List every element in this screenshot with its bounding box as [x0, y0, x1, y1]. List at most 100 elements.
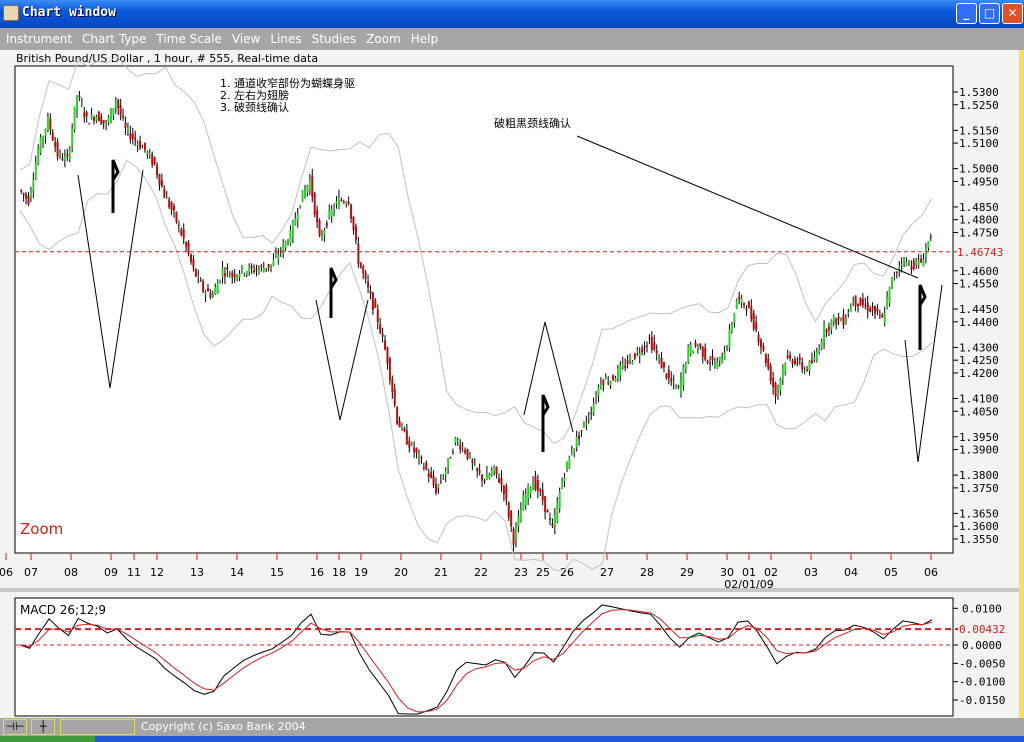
candle-body [403, 428, 406, 432]
candle-body [684, 363, 687, 370]
y-tick-label: 1.5250 [959, 99, 999, 112]
candle-body [73, 106, 76, 130]
candle-body [119, 105, 122, 115]
candle-body [490, 470, 493, 476]
candle-body [890, 277, 893, 287]
candle-body [296, 213, 299, 222]
pan-tool-button[interactable]: ⊣⊢ [3, 719, 27, 735]
candle-body [536, 480, 539, 492]
chart-canvas[interactable]: 1.53001.5250 1.51501.5100 1.50001.4950 1.48… [0, 0, 1024, 742]
candle-body [752, 313, 755, 329]
candle-body [631, 361, 634, 365]
candle-body [34, 163, 37, 179]
candle-body [818, 349, 821, 352]
candle-body [815, 352, 818, 362]
candle-body [398, 420, 401, 428]
candle-body [626, 360, 629, 365]
candle-body [473, 465, 476, 467]
candle-body [716, 362, 719, 369]
candle-body [619, 365, 622, 376]
candle-body [726, 348, 729, 350]
candle-body [20, 190, 23, 192]
candle-body [648, 337, 651, 339]
y-tick-label: 1.4750 [959, 226, 999, 239]
candle-body [774, 383, 777, 397]
candle-body [320, 235, 323, 239]
candle-body [798, 357, 801, 361]
candle-body [420, 456, 423, 459]
candle-body [388, 358, 391, 380]
candle-body [260, 265, 263, 267]
candle-body [124, 122, 127, 128]
candle-body [847, 312, 850, 314]
candle-body [105, 122, 108, 124]
candle-body [434, 484, 437, 494]
candle-body [95, 116, 98, 121]
candle-body [810, 360, 813, 363]
candle-body [238, 273, 241, 278]
candle-body [733, 313, 736, 323]
candle-body [141, 147, 144, 149]
candle-body [245, 271, 248, 274]
candle-body [505, 486, 508, 500]
candle-body [422, 467, 425, 469]
candle-body [806, 369, 809, 371]
x-tick-label: 03 [804, 566, 818, 579]
candle-body [791, 360, 794, 364]
candle-body [893, 276, 896, 278]
start-button[interactable] [0, 736, 95, 742]
candle-body [721, 358, 724, 364]
candle-body [760, 339, 762, 348]
candle-body [762, 345, 765, 351]
candle-body [345, 203, 348, 205]
pane-splitter[interactable] [0, 588, 1019, 592]
candle-body [728, 329, 731, 349]
candle-body [22, 193, 25, 195]
y-tick-label: 1.3950 [959, 431, 999, 444]
candle-body [609, 381, 612, 385]
candle-body [534, 476, 537, 490]
macd-y-tick-label: -0.0100 [959, 676, 1005, 689]
candle-body [929, 236, 932, 238]
candle-body [662, 361, 665, 368]
candle-body [287, 242, 290, 244]
candle-body [51, 132, 54, 141]
candle-body [565, 461, 568, 469]
candle-body [883, 313, 886, 324]
candle-body [478, 470, 481, 473]
candle-body [333, 209, 336, 211]
candle-body [878, 314, 881, 316]
y-tick-label: 1.5100 [959, 137, 999, 150]
candle-body [869, 308, 872, 312]
candle-body [54, 142, 57, 148]
candle-body [223, 273, 226, 277]
candle-body [827, 326, 830, 330]
candle-body [59, 152, 62, 156]
candle-body [519, 509, 522, 523]
candle-body [701, 346, 704, 357]
candle-body [563, 477, 566, 481]
candle-body [612, 375, 615, 380]
candle-body [308, 179, 311, 190]
candle-body [599, 383, 602, 388]
candle-body [270, 264, 273, 267]
candle-body [689, 345, 692, 354]
candle-body [772, 377, 775, 388]
candle-body [78, 95, 81, 98]
candle-body [575, 436, 578, 448]
candle-body [738, 296, 741, 300]
candle-body [151, 154, 154, 165]
candle-body [318, 220, 321, 236]
candle-body [61, 158, 64, 161]
crosshair-tool-button[interactable]: ┼ [31, 719, 55, 735]
note-1: 1. 通道收窄部份为蝴蝶身驱 [220, 77, 355, 90]
candle-body [498, 478, 501, 483]
candle-body [359, 262, 362, 268]
zoom-label[interactable]: Zoom [20, 520, 63, 538]
y-tick-label: 1.3800 [959, 469, 999, 482]
candle-body [367, 281, 370, 288]
candle-body [750, 306, 753, 320]
candle-body [910, 266, 913, 270]
candle-body [614, 378, 617, 382]
candle-body [117, 99, 120, 109]
